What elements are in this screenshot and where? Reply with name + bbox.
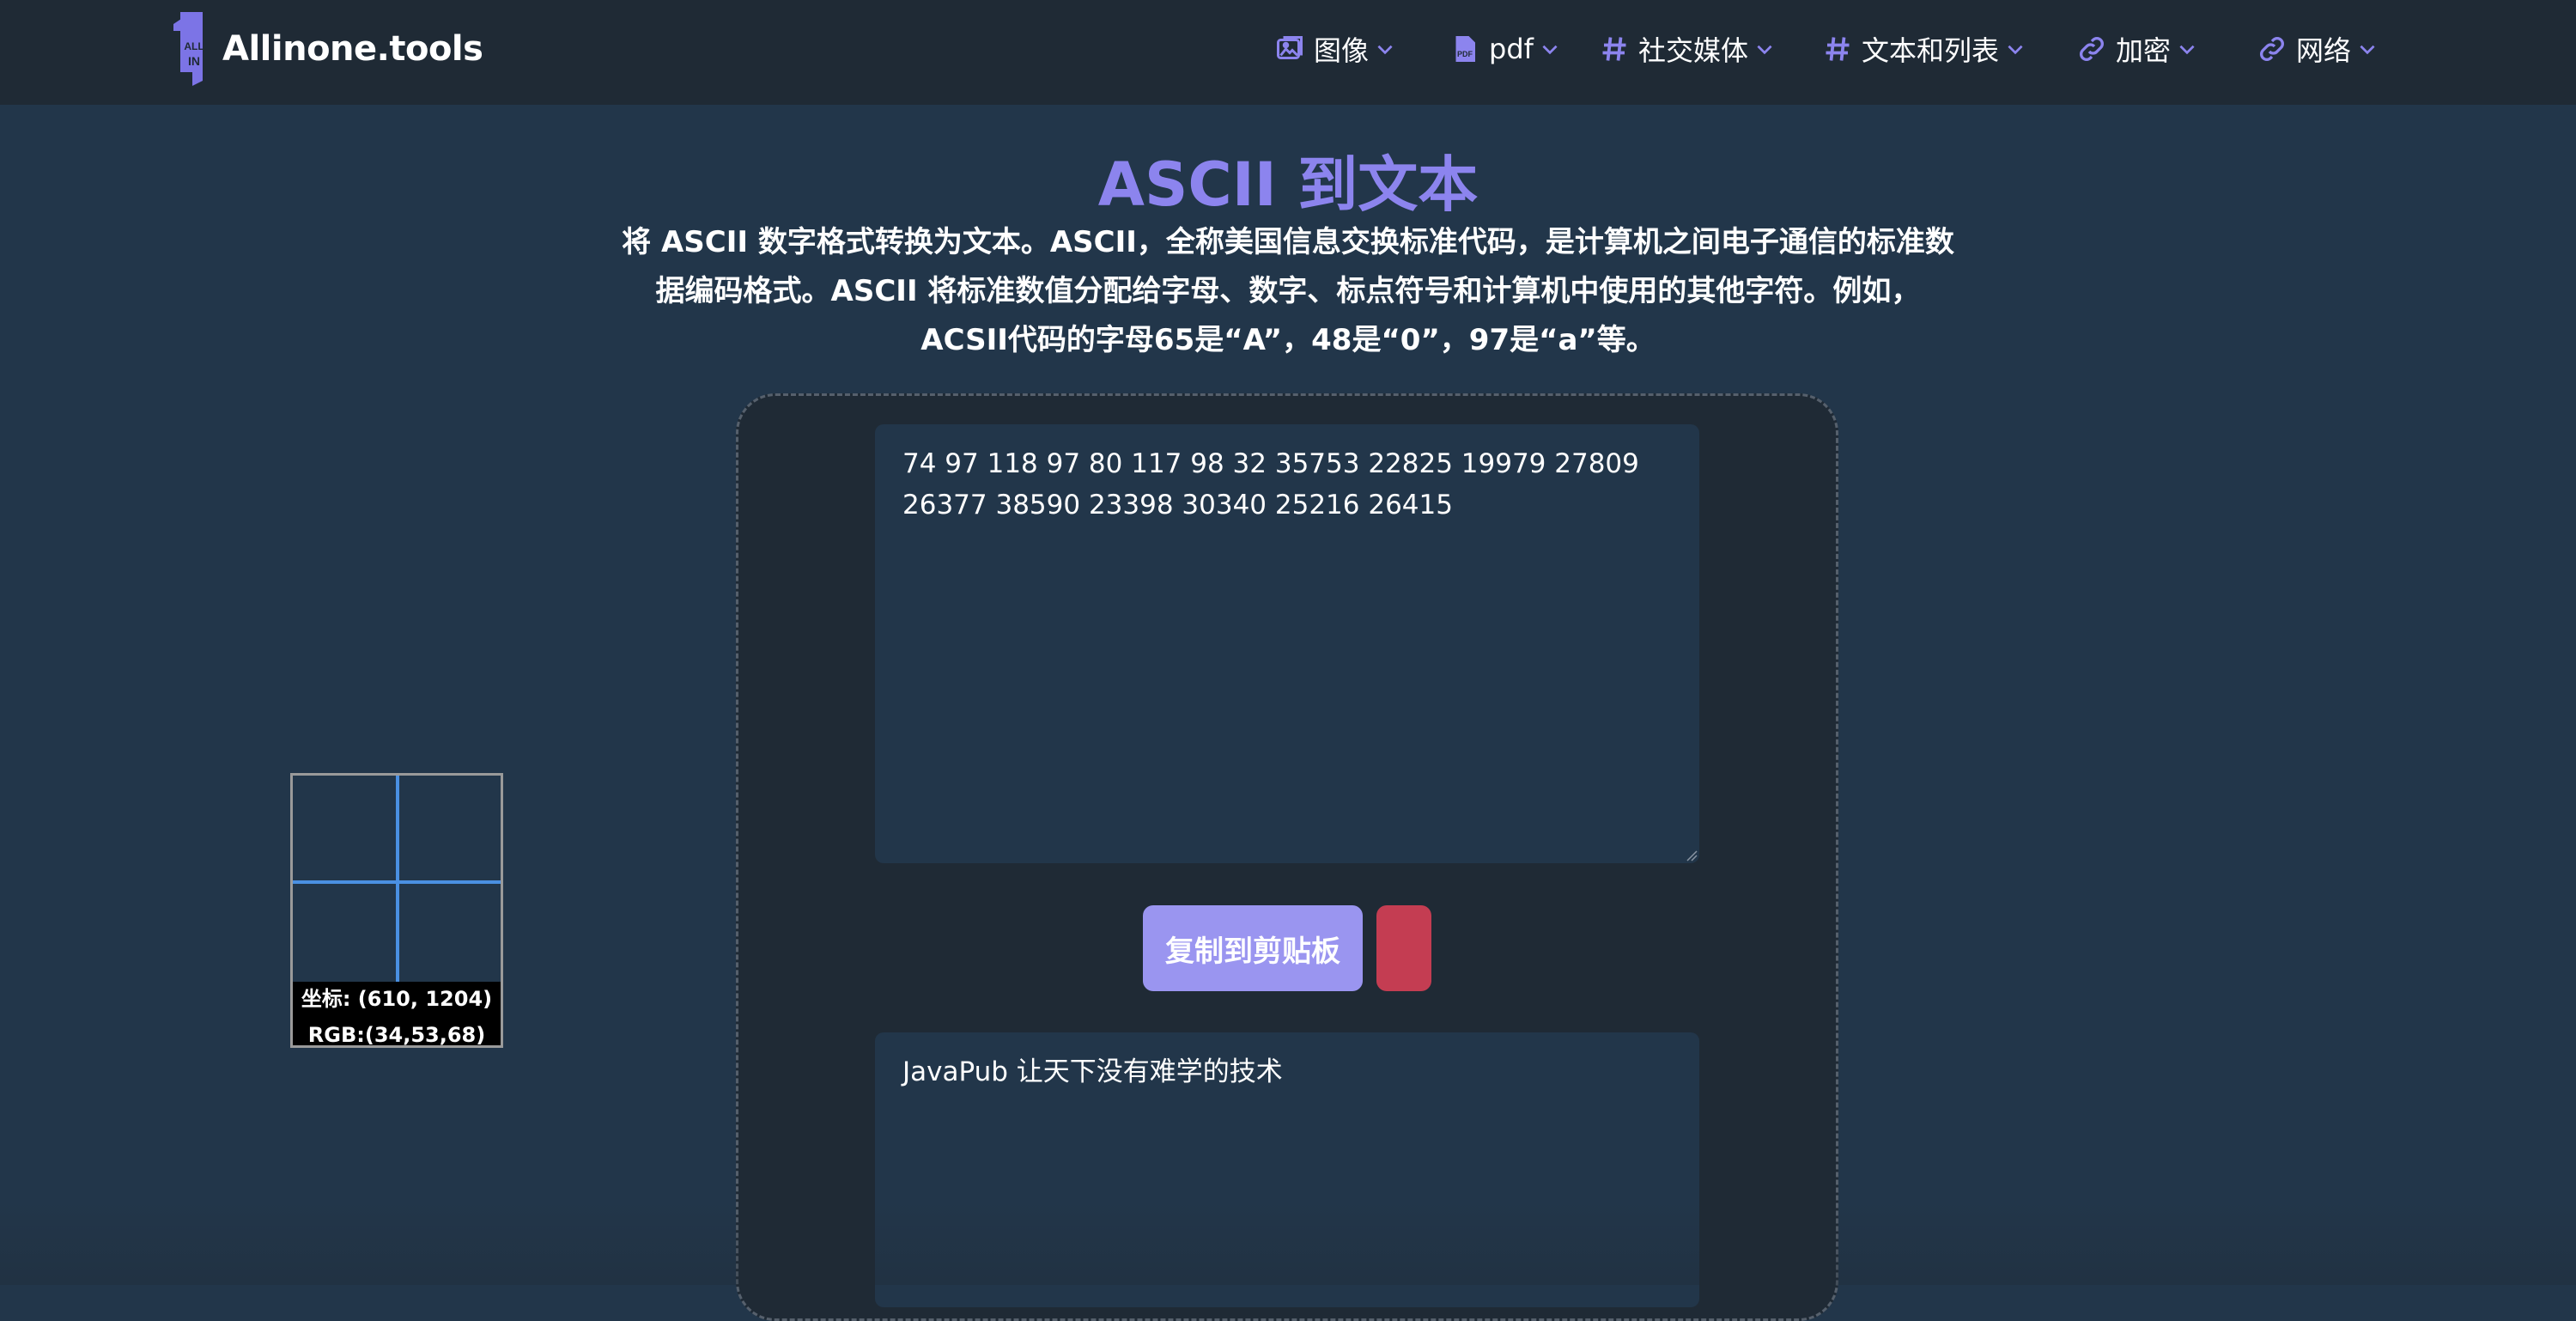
nav-label-pdf: pdf xyxy=(1489,33,1534,65)
ascii-input-textarea[interactable]: 74 97 118 97 80 117 98 32 35753 22825 19… xyxy=(875,424,1699,863)
chevron-down-icon xyxy=(2179,45,2195,55)
page-title: ASCII 到文本 xyxy=(1097,149,1479,220)
nav-item-pdf[interactable]: PDF pdf xyxy=(1449,26,1561,72)
image-icon xyxy=(1277,36,1303,59)
nav-item-text-lists[interactable]: 文本和列表 xyxy=(1822,26,2026,72)
hashtag-icon xyxy=(1826,37,1850,61)
magnifier-coordinates: 坐标: (610, 1204) xyxy=(301,987,493,1011)
chevron-down-icon xyxy=(2360,45,2375,55)
pixel-magnifier: 坐标: (610, 1204) RGB:(34,53,68) xyxy=(290,773,503,1048)
link-icon xyxy=(2260,37,2284,61)
brand-name[interactable]: Allinone.tools xyxy=(222,26,483,72)
clear-button[interactable] xyxy=(1376,905,1431,991)
logo-text-top: ALL xyxy=(184,40,204,52)
chevron-down-icon xyxy=(2008,45,2023,55)
nav-item-crypto[interactable]: 加密 xyxy=(2076,26,2198,72)
top-navbar: ALL IN Allinone.tools 图像 PDF pdf 社交媒体 文本… xyxy=(0,0,2576,105)
nav-item-image[interactable]: 图像 xyxy=(1274,26,1396,72)
logo-text-bottom: IN xyxy=(188,54,200,68)
resize-handle-icon[interactable] xyxy=(1684,848,1698,861)
link-icon xyxy=(2080,37,2104,61)
page-description: 将 ASCII 数字格式转换为文本。ASCII，全称美国信息交换标准代码，是计算… xyxy=(622,225,1954,357)
allinone-logo-icon[interactable]: ALL IN xyxy=(173,12,208,86)
nav-item-social-media[interactable]: 社交媒体 xyxy=(1599,26,1776,72)
nav-label-text-lists: 文本和列表 xyxy=(1862,34,2000,67)
crosshair-vertical xyxy=(396,776,399,982)
nav-label-crypto: 加密 xyxy=(2116,34,2172,67)
svg-text:PDF: PDF xyxy=(1457,50,1473,58)
pdf-file-icon: PDF xyxy=(1455,36,1475,62)
hashtag-icon xyxy=(1602,37,1626,61)
nav-label-network: 网络 xyxy=(2296,34,2352,67)
magnifier-info-panel: 坐标: (610, 1204) RGB:(34,53,68) xyxy=(293,982,501,1047)
chevron-down-icon xyxy=(1377,45,1393,55)
chevron-down-icon xyxy=(1757,45,1772,55)
nav-label-social-media: 社交媒体 xyxy=(1638,34,1749,67)
text-output-textarea[interactable]: JavaPub 让天下没有难学的技术 xyxy=(875,1032,1699,1307)
nav-label-image: 图像 xyxy=(1314,34,1370,67)
nav-item-network[interactable]: 网络 xyxy=(2257,26,2379,72)
magnifier-rgb: RGB:(34,53,68) xyxy=(307,1023,486,1047)
chevron-down-icon xyxy=(1542,45,1558,55)
copy-to-clipboard-button[interactable]: 复制到剪贴板 xyxy=(1143,905,1363,991)
